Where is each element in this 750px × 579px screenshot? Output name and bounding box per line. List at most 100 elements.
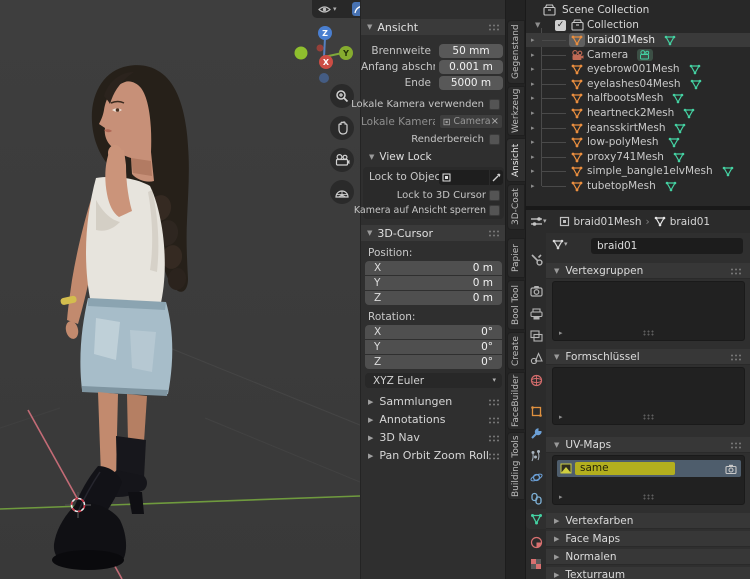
modifiers-icon[interactable]	[526, 423, 546, 443]
mesh-name-field[interactable]: braid01	[591, 238, 743, 254]
outliner-item-camera[interactable]: ▸ Camera	[526, 48, 750, 62]
panel-annotations[interactable]: ▶ Annotations	[361, 412, 506, 427]
mesh-data-icon[interactable]	[690, 79, 702, 90]
expand-icon[interactable]: ▸	[531, 36, 535, 44]
constraints-icon[interactable]	[526, 488, 546, 508]
mesh-data-icon[interactable]	[665, 181, 677, 192]
outliner-item-heartneck2mesh[interactable]: ▸ heartneck2Mesh	[526, 106, 750, 120]
breadcrumb-object[interactable]: braid01Mesh	[574, 216, 642, 228]
resize-grip-icon[interactable]	[642, 330, 655, 336]
close-icon[interactable]: ×	[491, 116, 499, 127]
tab-bool-tool[interactable]: Bool Tool	[507, 280, 525, 330]
resize-grip-icon[interactable]	[642, 494, 655, 500]
panel-header-3d-cursor[interactable]: ▼ 3D-Cursor	[361, 225, 506, 241]
position-y-field[interactable]: Y0 m	[365, 276, 502, 290]
object-data-icon[interactable]	[526, 509, 546, 529]
uv-maps-list[interactable]: same ▸	[552, 455, 745, 505]
particles-icon[interactable]	[526, 445, 546, 465]
mesh-data-icon[interactable]	[689, 64, 701, 75]
physics-icon[interactable]	[526, 467, 546, 487]
outliner-item-halfbootsmesh[interactable]: ▸ halfbootsMesh	[526, 91, 750, 105]
mesh-data-icon[interactable]	[722, 166, 734, 177]
snap-dropdown[interactable]: ▾	[352, 2, 360, 16]
section-texture-space[interactable]: ▶ Texturraum	[546, 567, 750, 579]
expand-icon[interactable]: ▸	[531, 51, 535, 59]
section-shape-keys[interactable]: ▼ Formschlüssel	[546, 349, 750, 365]
mesh-data-icon[interactable]	[672, 93, 684, 104]
editor-type-button[interactable]: ▾	[530, 216, 547, 227]
section-uv-maps[interactable]: ▼ UV-Maps	[546, 437, 750, 453]
local-camera-field[interactable]: Camera ×	[439, 114, 503, 129]
camera-data-icon[interactable]	[637, 49, 654, 61]
outliner-item-tubetopmesh[interactable]: ▸ tubetopMesh	[526, 179, 750, 193]
expand-icon[interactable]: ▼	[535, 21, 540, 29]
rotation-mode-dropdown[interactable]: XYZ Euler ▾	[365, 373, 502, 388]
projection-toggle-button[interactable]	[330, 180, 354, 204]
render-icon[interactable]	[526, 281, 546, 301]
outliner-item-braid01mesh[interactable]: ▸ braid01Mesh	[526, 33, 750, 47]
mesh-data-dropdown[interactable]: ▾	[552, 239, 568, 250]
mesh-data-icon[interactable]	[674, 123, 686, 134]
expand-icon[interactable]: ▸	[531, 138, 535, 146]
object-icon[interactable]	[526, 401, 546, 421]
drag-grip-icon[interactable]	[488, 398, 501, 405]
output-icon[interactable]	[526, 304, 546, 324]
resize-grip-icon[interactable]	[642, 414, 655, 420]
drag-grip-icon[interactable]	[488, 416, 501, 423]
mesh-data-icon[interactable]	[673, 152, 685, 163]
expand-icon[interactable]: ▸	[531, 167, 535, 175]
outliner-item-low-polymesh[interactable]: ▸ low-polyMesh	[526, 135, 750, 149]
render-region-checkbox[interactable]	[489, 134, 500, 145]
drag-grip-icon[interactable]	[488, 434, 501, 441]
tab-papier[interactable]: Papier	[507, 238, 525, 278]
expand-icon[interactable]: ▸	[531, 153, 535, 161]
expand-icon[interactable]: ▸	[531, 94, 535, 102]
mesh-data-icon[interactable]	[668, 137, 680, 148]
clip-start-field[interactable]: 0.001 m	[439, 60, 503, 74]
scene-collection-row[interactable]: Scene Collection	[526, 3, 750, 17]
tool-icon[interactable]	[526, 249, 546, 269]
outliner-item-simple-bangle1elvmesh[interactable]: ▸ simple_bangle1elvMesh	[526, 164, 750, 178]
section-vertex-groups[interactable]: ▼ Vertexgruppen	[546, 263, 750, 279]
lock-3d-cursor-checkbox[interactable]	[489, 190, 500, 201]
rotation-z-field[interactable]: Z 0°	[365, 355, 502, 369]
lock-to-object-field[interactable]	[439, 170, 489, 185]
vertex-groups-list[interactable]: ▸	[552, 281, 745, 341]
focal-length-field[interactable]: 50 mm	[439, 44, 503, 58]
expand-icon[interactable]: ▸	[559, 329, 563, 337]
expand-icon[interactable]: ▸	[531, 109, 535, 117]
drag-grip-icon[interactable]	[488, 452, 501, 459]
mesh-data-icon[interactable]	[664, 35, 676, 46]
rotation-y-field[interactable]: Y 0°	[365, 340, 502, 354]
outliner-item-eyebrow001mesh[interactable]: ▸ eyebrow001Mesh	[526, 62, 750, 76]
drag-grip-icon[interactable]	[730, 441, 743, 448]
view-layer-icon[interactable]	[526, 326, 546, 346]
visibility-dropdown[interactable]: ▾	[316, 2, 337, 16]
expand-icon[interactable]: ▸	[531, 80, 535, 88]
panel-sammlungen[interactable]: ▶ Sammlungen	[361, 394, 506, 409]
position-z-field[interactable]: Z0 m	[365, 291, 502, 305]
expand-icon[interactable]: ▸	[559, 413, 563, 421]
shape-keys-list[interactable]: ▸	[552, 367, 745, 425]
camera-view-button[interactable]	[330, 148, 354, 172]
uv-map-name[interactable]: same	[575, 462, 675, 475]
uv-map-entry[interactable]: same	[557, 460, 741, 477]
expand-icon[interactable]: ▸	[531, 124, 535, 132]
tab-facebuilder[interactable]: FaceBuilder	[507, 372, 525, 430]
outliner-item-eyelashes04mesh[interactable]: ▸ eyelashes04Mesh	[526, 77, 750, 91]
section-vertex-colors[interactable]: ▶ Vertexfarben	[546, 513, 750, 529]
scene-icon[interactable]	[526, 348, 546, 368]
texture-icon[interactable]	[526, 554, 546, 574]
tab-building-tools[interactable]: Building Tools	[507, 432, 525, 500]
expand-icon[interactable]: ▸	[559, 493, 563, 501]
material-icon[interactable]	[526, 532, 546, 552]
panel-pan-orbit-zoom-roll[interactable]: ▶ Pan Orbit Zoom Roll	[361, 448, 506, 463]
panel-header-ansicht[interactable]: ▼ Ansicht	[361, 19, 506, 35]
eyedropper-button[interactable]	[490, 170, 503, 185]
local-camera-checkbox[interactable]	[489, 99, 500, 110]
lock-camera-checkbox[interactable]	[489, 205, 500, 216]
expand-icon[interactable]: ▸	[531, 182, 535, 190]
tab-werkzeug[interactable]: Werkzeug	[507, 86, 525, 136]
panel-3d-nav[interactable]: ▶ 3D Nav	[361, 430, 506, 445]
mesh-data-icon[interactable]	[683, 108, 695, 119]
